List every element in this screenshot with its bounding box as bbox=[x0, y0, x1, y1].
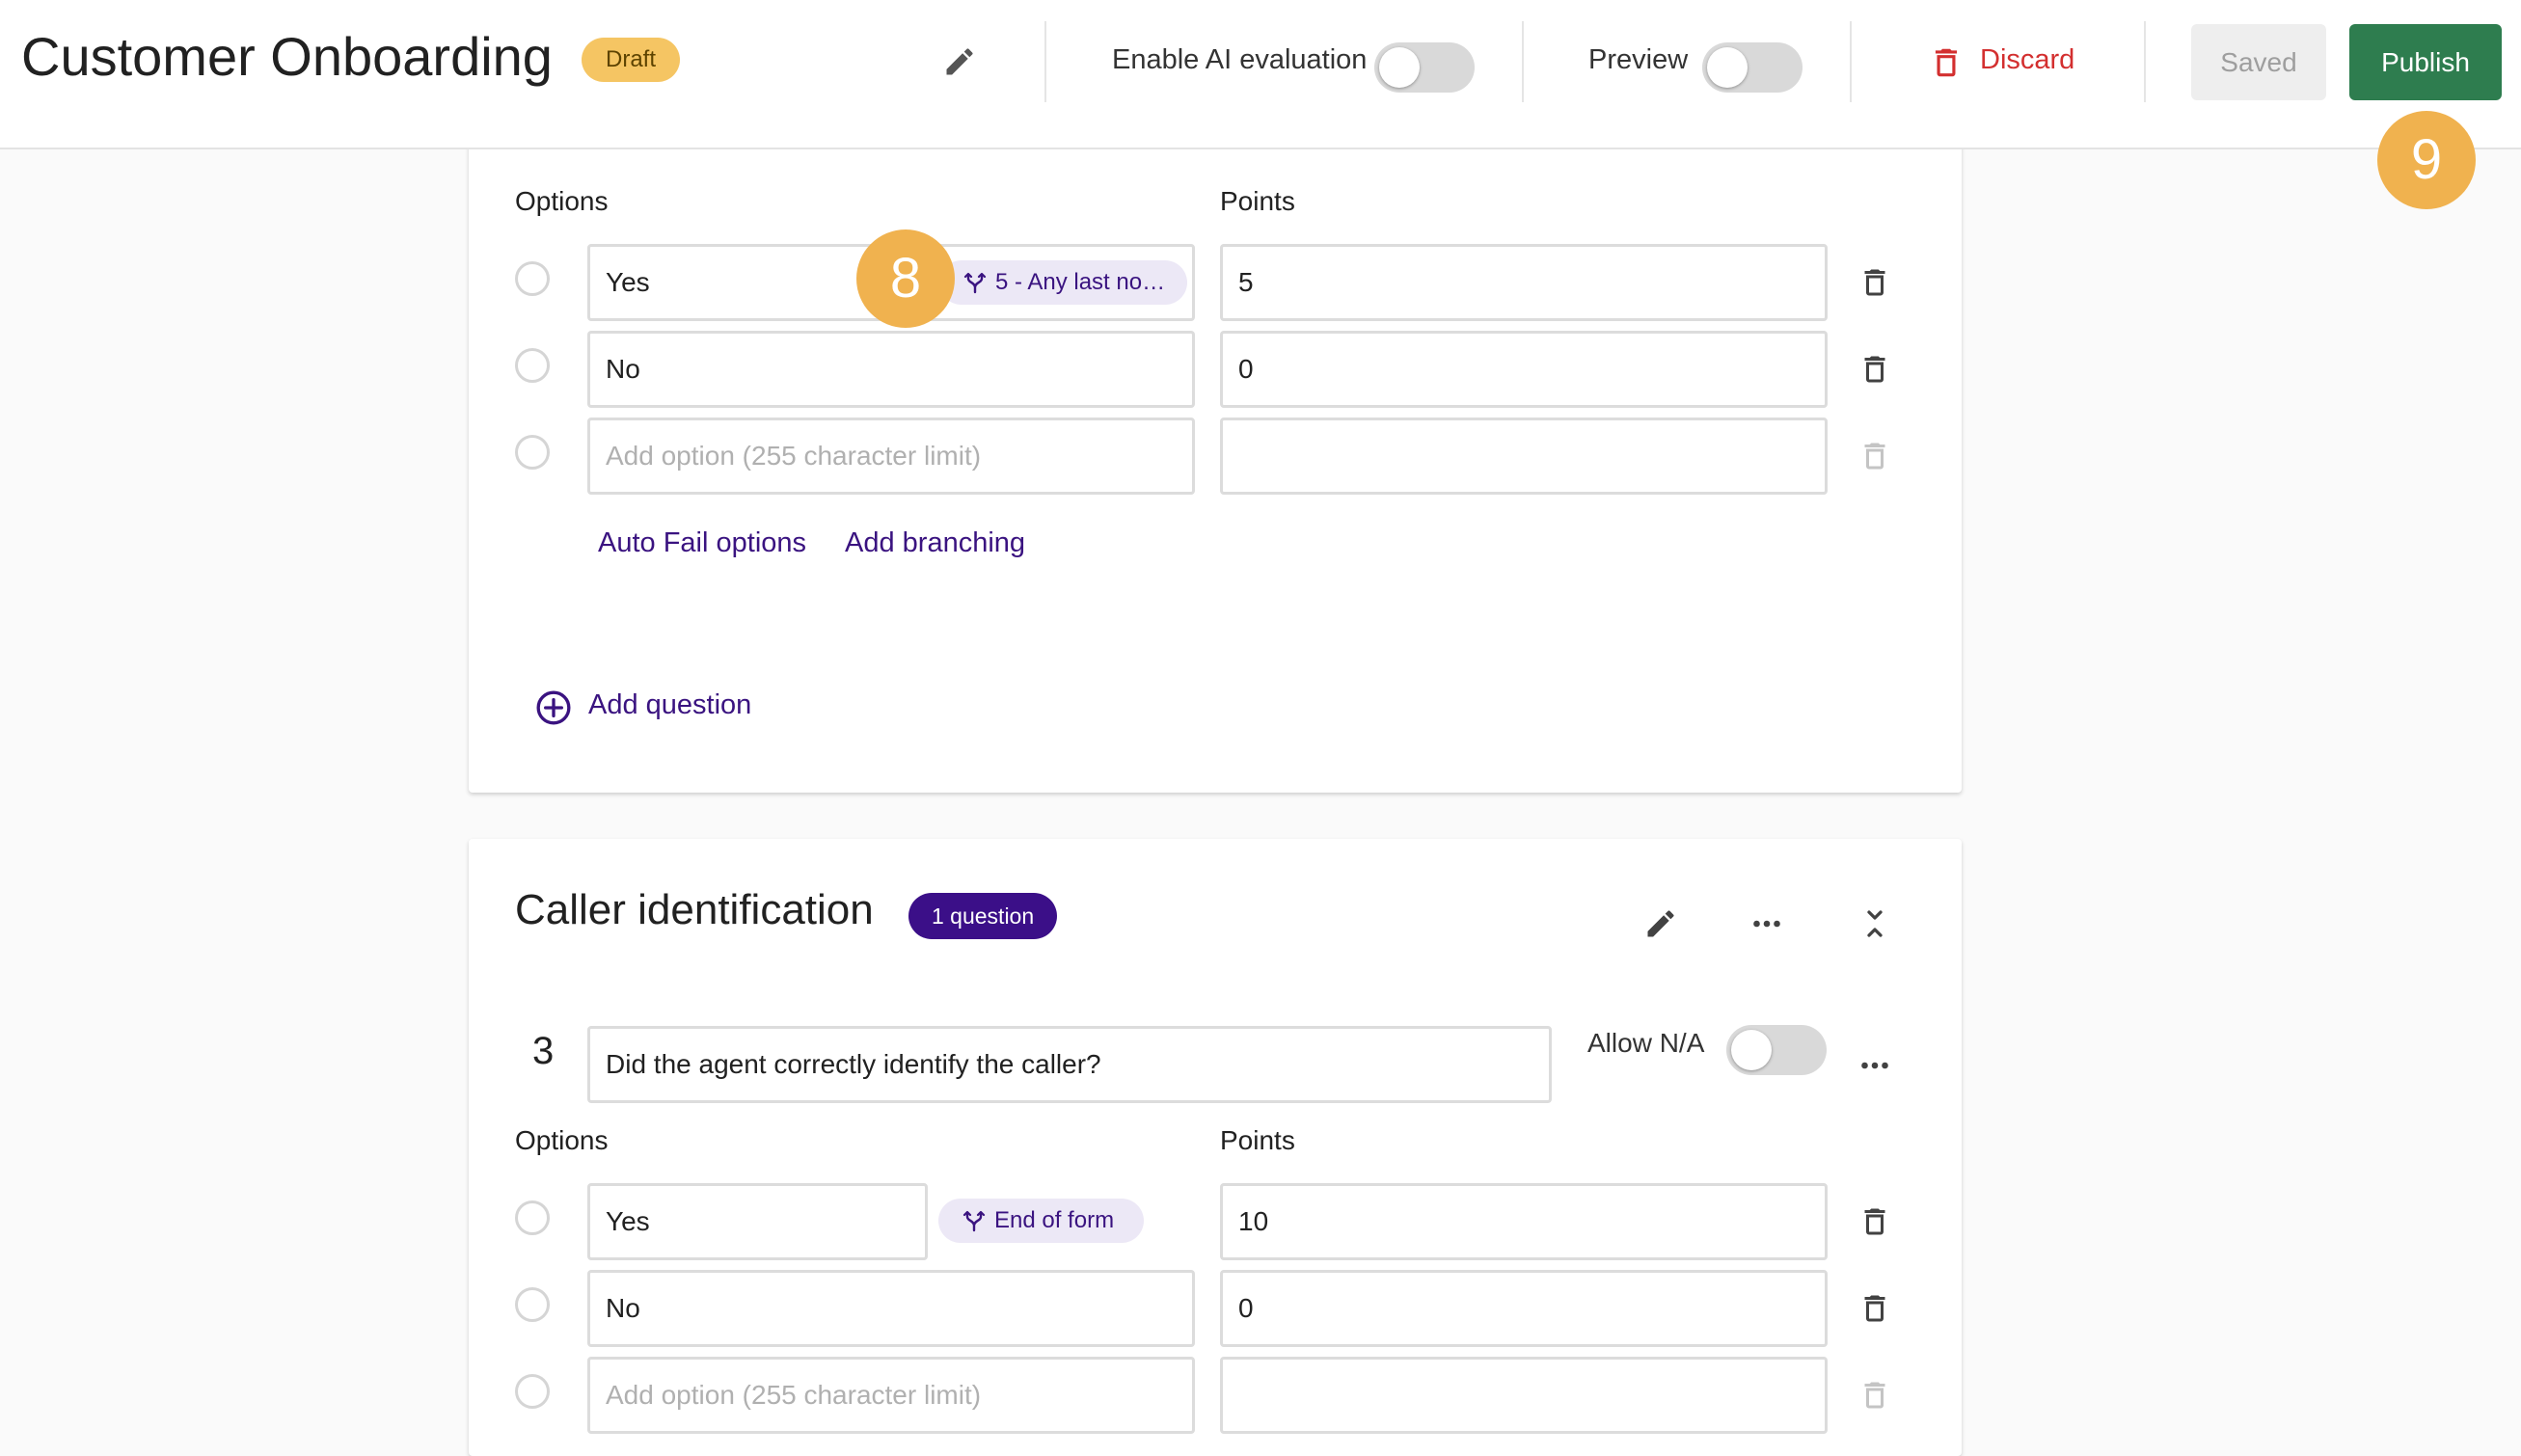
option-text-field[interactable]: No bbox=[587, 1270, 1195, 1347]
toggle-knob bbox=[1707, 47, 1748, 88]
divider bbox=[1044, 21, 1046, 102]
delete-option-trash-icon[interactable] bbox=[1857, 265, 1892, 300]
page-title: Customer Onboarding bbox=[21, 26, 553, 87]
options-heading: Options bbox=[515, 186, 609, 216]
delete-option-trash-icon[interactable] bbox=[1857, 1291, 1892, 1326]
collapse-icon[interactable] bbox=[1857, 906, 1892, 941]
add-option-field[interactable]: Add option (255 character limit) bbox=[587, 1357, 1195, 1434]
step-callout-8: 8 bbox=[856, 229, 955, 328]
auto-fail-options-link[interactable]: Auto Fail options bbox=[598, 527, 806, 559]
preview-label: Preview bbox=[1588, 44, 1689, 75]
option-radio[interactable] bbox=[515, 1374, 550, 1409]
toggle-knob bbox=[1731, 1030, 1772, 1070]
options-heading: Options bbox=[515, 1125, 609, 1155]
step-callout-9: 9 bbox=[2377, 111, 2476, 209]
points-field[interactable]: 10 bbox=[1220, 1183, 1828, 1260]
option-radio[interactable] bbox=[515, 435, 550, 470]
delete-option-trash-icon[interactable] bbox=[1857, 1204, 1892, 1239]
divider bbox=[2144, 21, 2146, 102]
add-question-label: Add question bbox=[588, 689, 752, 720]
question-number: 3 bbox=[532, 1030, 555, 1072]
edit-title-pencil-icon[interactable] bbox=[942, 44, 977, 79]
delete-option-trash-icon[interactable] bbox=[1857, 352, 1892, 387]
allow-na-label: Allow N/A bbox=[1587, 1028, 1705, 1058]
plus-circle-icon bbox=[536, 690, 571, 725]
points-heading: Points bbox=[1220, 1125, 1295, 1155]
branch-chip-label: End of form bbox=[994, 1207, 1115, 1233]
points-field[interactable]: 0 bbox=[1220, 1270, 1828, 1347]
points-field[interactable]: 5 bbox=[1220, 244, 1828, 321]
allow-na-toggle[interactable] bbox=[1726, 1025, 1827, 1075]
option-text-field[interactable]: Yes bbox=[587, 1183, 928, 1260]
points-field[interactable] bbox=[1220, 1357, 1828, 1434]
divider bbox=[1850, 21, 1852, 102]
status-badge: Draft bbox=[582, 38, 681, 82]
add-option-field[interactable]: Add option (255 character limit) bbox=[587, 418, 1195, 495]
top-bar: Customer Onboarding Draft Enable AI eval… bbox=[0, 0, 2521, 149]
discard-label: Discard bbox=[1980, 44, 2075, 75]
add-branching-link[interactable]: Add branching bbox=[845, 527, 1025, 559]
divider bbox=[1522, 21, 1524, 102]
branch-chip-label: 5 - Any last no… bbox=[995, 269, 1166, 295]
publish-button[interactable]: Publish bbox=[2349, 24, 2502, 100]
option-text-field[interactable]: No bbox=[587, 331, 1195, 408]
question-text-field[interactable]: Did the agent correctly identify the cal… bbox=[587, 1026, 1552, 1103]
option-radio[interactable] bbox=[515, 1287, 550, 1322]
branch-chip[interactable]: 5 - Any last no… bbox=[939, 260, 1187, 305]
branch-chip[interactable]: End of form bbox=[938, 1199, 1144, 1243]
question-count-badge: 1 question bbox=[908, 893, 1058, 939]
section-card-caller-identification: Caller identification 1 question 3 Did t… bbox=[469, 839, 1962, 1456]
points-field[interactable] bbox=[1220, 418, 1828, 495]
edit-section-pencil-icon[interactable] bbox=[1643, 906, 1678, 941]
branch-icon bbox=[962, 1210, 986, 1232]
delete-option-trash-icon bbox=[1864, 443, 1885, 470]
branch-icon bbox=[963, 272, 987, 294]
section-title: Caller identification bbox=[515, 886, 874, 933]
trash-icon bbox=[1935, 48, 1958, 77]
points-heading: Points bbox=[1220, 186, 1295, 216]
points-field[interactable]: 0 bbox=[1220, 331, 1828, 408]
toggle-knob bbox=[1379, 47, 1420, 88]
question-more-icon[interactable] bbox=[1857, 1048, 1892, 1083]
delete-option-trash-icon bbox=[1864, 1382, 1885, 1409]
option-radio[interactable] bbox=[515, 1200, 550, 1235]
ai-evaluation-toggle[interactable] bbox=[1374, 42, 1475, 93]
section-more-icon[interactable] bbox=[1749, 906, 1784, 941]
question-card: Options Points Yes 5 - Any last no… 5 No… bbox=[469, 77, 1962, 793]
ai-evaluation-label: Enable AI evaluation bbox=[1112, 44, 1368, 75]
option-radio[interactable] bbox=[515, 261, 550, 296]
option-radio[interactable] bbox=[515, 348, 550, 383]
preview-toggle[interactable] bbox=[1702, 42, 1803, 93]
saved-button: Saved bbox=[2191, 24, 2326, 100]
